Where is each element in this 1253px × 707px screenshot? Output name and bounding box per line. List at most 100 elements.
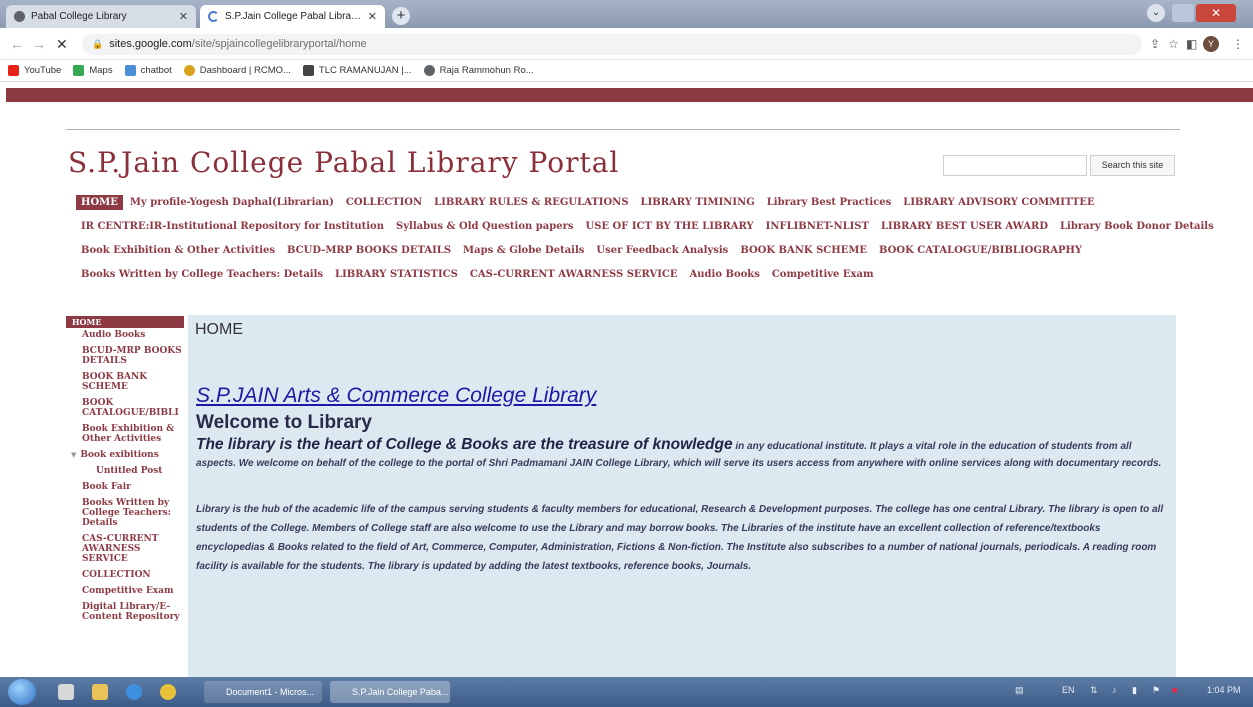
lock-icon: 🔒	[92, 39, 104, 49]
expand-arrow-icon[interactable]: ▼	[71, 450, 76, 460]
sidebar-item[interactable]: BCUD-MRP BOOKS DETAILS	[66, 344, 184, 370]
sidebar-header[interactable]: HOME	[66, 316, 184, 328]
forward-icon[interactable]: →	[32, 36, 46, 52]
nav-link[interactable]: BCUD-MRP BOOKS DETAILS	[282, 243, 456, 258]
nav-link[interactable]: User Feedback Analysis	[591, 243, 733, 258]
share-icon[interactable]: ⇪	[1150, 37, 1160, 51]
nav-link[interactable]: LIBRARY RULES & REGULATIONS	[429, 195, 633, 210]
notepad-icon[interactable]: ▤	[1015, 685, 1024, 696]
sidebar-item[interactable]: ▼ Book exibitions	[66, 448, 184, 464]
close-window-button[interactable]: ✕	[1196, 4, 1236, 22]
nav-link[interactable]: CAS-CURRENT AWARNESS SERVICE	[465, 267, 683, 282]
start-button[interactable]	[8, 679, 36, 705]
chrome-icon[interactable]	[160, 684, 176, 700]
language-indicator[interactable]: EN	[1062, 685, 1075, 695]
sidebar-item[interactable]: Books Written by College Teachers: Detai…	[66, 496, 184, 532]
power-icon[interactable]: ▮	[1132, 685, 1137, 696]
globe-icon	[14, 11, 25, 22]
site-search-input[interactable]	[943, 155, 1087, 176]
nav-link[interactable]: INFLIBNET-NLIST	[761, 219, 874, 234]
minimize-button[interactable]	[1172, 4, 1194, 22]
nav-link[interactable]: Competitive Exam	[767, 267, 879, 282]
sidebar-item[interactable]: Digital Library/E-Content Repository	[66, 600, 184, 626]
bookmark-tlc[interactable]: TLC RAMANUJAN |...	[302, 65, 412, 76]
network-icon[interactable]: ⇅	[1090, 685, 1098, 696]
menu-icon[interactable]: ⋮	[1232, 37, 1244, 51]
nav-row: HOME My profile-Yogesh Daphal(Librarian) C…	[76, 195, 1176, 219]
bookmark-maps[interactable]: Maps	[73, 65, 113, 76]
nav-link[interactable]: My profile-Yogesh Daphal(Librarian)	[125, 195, 339, 210]
sidebar: HOME Audio Books BCUD-MRP BOOKS DETAILS BO…	[66, 316, 184, 626]
back-icon[interactable]: ←	[10, 36, 24, 52]
bookmark-dashboard[interactable]: Dashboard | RCMO...	[183, 65, 291, 76]
sidebar-item[interactable]: Untitled Post	[66, 464, 184, 480]
taskbar-word-button[interactable]: Document1 - Micros...	[204, 681, 322, 703]
maps-icon	[73, 65, 85, 76]
sidebar-item[interactable]: Book Fair	[66, 480, 184, 496]
url-host: sites.google.com	[109, 38, 192, 50]
new-tab-button[interactable]: +	[392, 7, 410, 25]
intro-paragraph: The library is the heart of College & Bo…	[196, 436, 1171, 472]
bookmark-star-icon[interactable]: ☆	[1168, 37, 1179, 51]
bookmark-chatbot[interactable]: chatbot	[124, 65, 172, 76]
sidebar-item[interactable]: BOOK BANK SCHEME	[66, 370, 184, 396]
nav-link[interactable]: Maps & Globe Details	[458, 243, 589, 258]
nav-link[interactable]: COLLECTION	[341, 195, 427, 210]
nav-link[interactable]: BOOK CATALOGUE/BIBLIOGRAPHY	[874, 243, 1087, 258]
sidebar-item[interactable]: CAS-CURRENT AWARNESS SERVICE	[66, 532, 184, 568]
stop-icon[interactable]: ✕	[56, 36, 68, 53]
url-field[interactable]: 🔒 sites.google.com/site/spjaincollegelibr…	[82, 34, 1142, 55]
header-divider	[66, 129, 1180, 130]
volume-icon[interactable]: ♪	[1112, 685, 1117, 695]
sidebar-item-label: BOOK CATALOGUE/BIBLI	[82, 398, 179, 418]
sidebar-item-label: Book Fair	[82, 482, 131, 492]
sidebar-item[interactable]: Competitive Exam	[66, 584, 184, 600]
sidebar-item[interactable]: BOOK CATALOGUE/BIBLI	[66, 396, 184, 422]
nav-link[interactable]: LIBRARY BEST USER AWARD	[876, 219, 1053, 234]
side-panel-icon[interactable]: ◧	[1186, 37, 1197, 51]
nav-link[interactable]: IR CENTRE:IR-Institutional Repository fo…	[76, 219, 389, 234]
library-paragraph: Library is the hub of the academic life …	[196, 504, 1164, 572]
nav-link[interactable]: Syllabus & Old Question papers	[391, 219, 579, 234]
nav-link[interactable]: Library Best Practices	[762, 195, 897, 210]
browser-tab-active[interactable]: S.P.Jain College Pabal Library Po ✕	[200, 5, 385, 28]
nav-link[interactable]: Library Book Donor Details	[1055, 219, 1219, 234]
tab-search-icon[interactable]: ⌄	[1147, 4, 1165, 22]
clock[interactable]: 1:04 PM	[1207, 685, 1241, 695]
profile-avatar[interactable]: Y	[1203, 36, 1219, 52]
site-search-button[interactable]: Search this site	[1090, 155, 1175, 176]
browser-tab[interactable]: Pabal College Library ✕	[6, 5, 196, 28]
site-title[interactable]: S.P.Jain College Pabal Library Portal	[68, 146, 619, 179]
college-title-link[interactable]: S.P.JAIN Arts & Commerce College Library	[196, 384, 596, 408]
nav-row: Book Exhibition & Other Activities BCUD-M…	[76, 243, 1176, 267]
nav-link[interactable]: Audio Books	[685, 267, 765, 282]
nav-link[interactable]: Book Exhibition & Other Activities	[76, 243, 280, 258]
close-icon[interactable]: ✕	[179, 10, 188, 23]
bookmark-raja[interactable]: Raja Rammohun Ro...	[423, 65, 534, 76]
nav-link[interactable]: Books Written by College Teachers: Detai…	[76, 267, 328, 282]
close-icon[interactable]: ✕	[368, 10, 377, 23]
bookmark-youtube[interactable]: YouTube	[8, 65, 61, 76]
ie-icon[interactable]	[126, 684, 142, 700]
intro-lead: The library is the heart of College & Bo…	[196, 436, 733, 453]
browser-tabstrip: Pabal College Library ✕ S.P.Jain College…	[0, 0, 1253, 28]
nav-link[interactable]: LIBRARY ADVISORY COMMITTEE	[898, 195, 1099, 210]
sidebar-item[interactable]: Audio Books	[66, 328, 184, 344]
nav-link[interactable]: USE OF ICT BY THE LIBRARY	[581, 219, 759, 234]
sidebar-item-label: Book Exhibition & Other Activities	[82, 424, 175, 444]
sidebar-item-label: Digital Library/E-Content Repository	[82, 602, 180, 622]
flag-icon[interactable]: ⚑	[1152, 685, 1160, 696]
nav-link[interactable]: LIBRARY STATISTICS	[330, 267, 463, 282]
sidebar-item-label: BOOK BANK SCHEME	[82, 372, 148, 392]
taskbar: Document1 - Micros... S.P.Jain College P…	[0, 677, 1253, 707]
page-heading: HOME	[195, 321, 243, 338]
nav-link[interactable]: HOME	[76, 195, 123, 210]
sidebar-item[interactable]: COLLECTION	[66, 568, 184, 584]
taskbar-chrome-button[interactable]: S.P.Jain College Paba...	[330, 681, 450, 703]
security-icon[interactable]: ■	[1172, 685, 1177, 695]
explorer-icon[interactable]	[92, 684, 108, 700]
sidebar-item[interactable]: Book Exhibition & Other Activities	[66, 422, 184, 448]
nav-link[interactable]: LIBRARY TIMINING	[636, 195, 760, 210]
nav-link[interactable]: BOOK BANK SCHEME	[735, 243, 872, 258]
show-desktop-icon[interactable]	[58, 684, 74, 700]
